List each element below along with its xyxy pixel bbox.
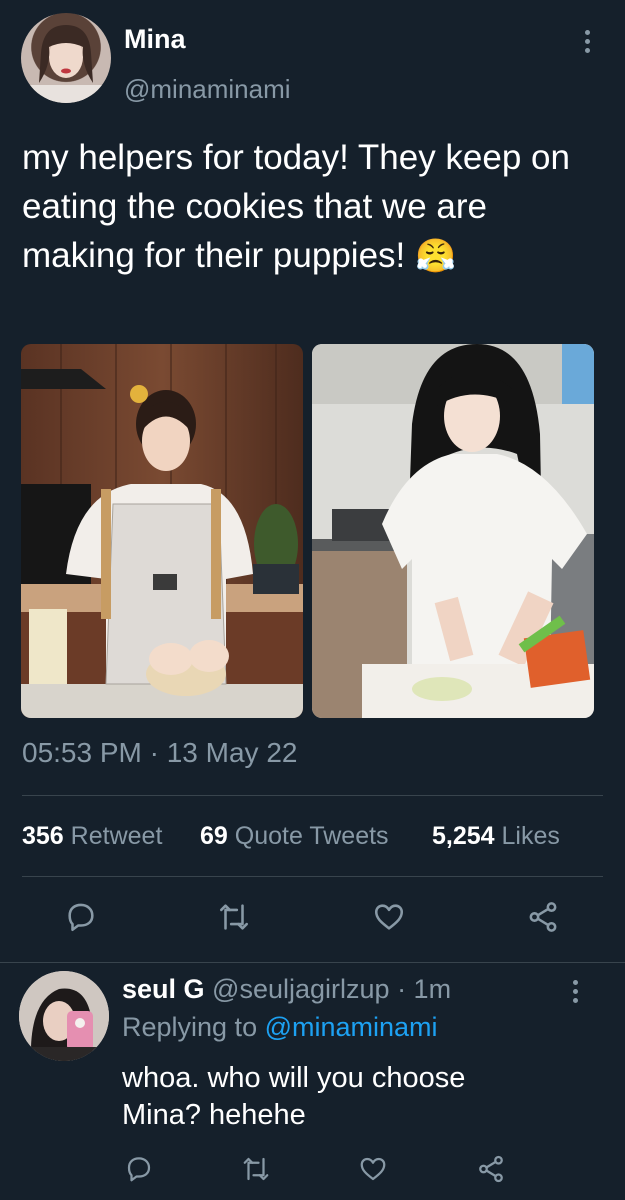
replying-to-handle[interactable]: @minaminami bbox=[265, 1012, 438, 1042]
reply-icon bbox=[127, 1157, 151, 1182]
like-count-value: 5,254 bbox=[432, 822, 495, 850]
tweet-photo-2[interactable] bbox=[312, 344, 594, 718]
replying-to-label: Replying to bbox=[122, 1012, 258, 1042]
reply-retweet-button[interactable] bbox=[241, 1154, 271, 1184]
retweet-count[interactable]: 356 Retweet bbox=[22, 822, 162, 851]
reply-text: whoa. who will you choose Mina? hehehe bbox=[122, 1060, 465, 1134]
quote-count-value: 69 bbox=[200, 822, 228, 850]
reply-time: · 1m bbox=[397, 974, 452, 1004]
reply-button[interactable] bbox=[64, 900, 98, 934]
tweet-photo-1[interactable] bbox=[21, 344, 303, 718]
tweet-text-block: my helpers for today! They keep on eatin… bbox=[22, 133, 602, 280]
reply-header: seul G @seuljagirlzup · 1m bbox=[122, 974, 451, 1005]
retweet-count-value: 356 bbox=[22, 822, 64, 850]
reply-like-button[interactable] bbox=[358, 1154, 388, 1184]
retweet-icon bbox=[219, 904, 249, 930]
more-options-icon[interactable] bbox=[585, 30, 591, 57]
like-count[interactable]: 5,254 Likes bbox=[432, 822, 560, 851]
reply-more-options-icon[interactable] bbox=[573, 980, 579, 1007]
divider bbox=[0, 962, 625, 963]
author-handle[interactable]: @minaminami bbox=[124, 74, 291, 105]
retweet-count-label: Retweet bbox=[70, 822, 163, 850]
replying-to: Replying to @minaminami bbox=[122, 1012, 438, 1043]
huffing-emoji-icon: 😤 bbox=[415, 237, 457, 274]
retweet-button[interactable] bbox=[217, 900, 251, 934]
like-icon bbox=[360, 1157, 386, 1181]
reply-reply-button[interactable] bbox=[124, 1154, 154, 1184]
divider bbox=[22, 876, 603, 877]
share-icon bbox=[529, 902, 557, 932]
share-button[interactable] bbox=[526, 900, 560, 934]
reply-handle[interactable]: @seuljagirlzup bbox=[212, 974, 390, 1004]
reply-text-line-2: Mina? hehehe bbox=[122, 1099, 306, 1131]
reply-share-button[interactable] bbox=[476, 1154, 506, 1184]
author-avatar[interactable] bbox=[21, 13, 111, 103]
like-button[interactable] bbox=[372, 900, 406, 934]
tweet-text: my helpers for today! They keep on eatin… bbox=[22, 138, 570, 275]
share-icon bbox=[479, 1155, 503, 1183]
reply-text-line-1: whoa. who will you choose bbox=[122, 1062, 466, 1094]
reply-icon bbox=[68, 903, 94, 932]
like-icon bbox=[374, 904, 404, 930]
author-display-name[interactable]: Mina bbox=[124, 24, 186, 55]
quote-count[interactable]: 69 Quote Tweets bbox=[200, 822, 389, 851]
reply-author-avatar[interactable] bbox=[19, 971, 109, 1061]
tweet-timestamp[interactable]: 05:53 PM · 13 May 22 bbox=[22, 737, 297, 769]
quote-count-label: Quote Tweets bbox=[234, 822, 389, 850]
like-count-label: Likes bbox=[501, 822, 560, 850]
divider bbox=[22, 795, 603, 796]
retweet-icon bbox=[243, 1157, 269, 1181]
reply-display-name[interactable]: seul G bbox=[122, 974, 205, 1004]
